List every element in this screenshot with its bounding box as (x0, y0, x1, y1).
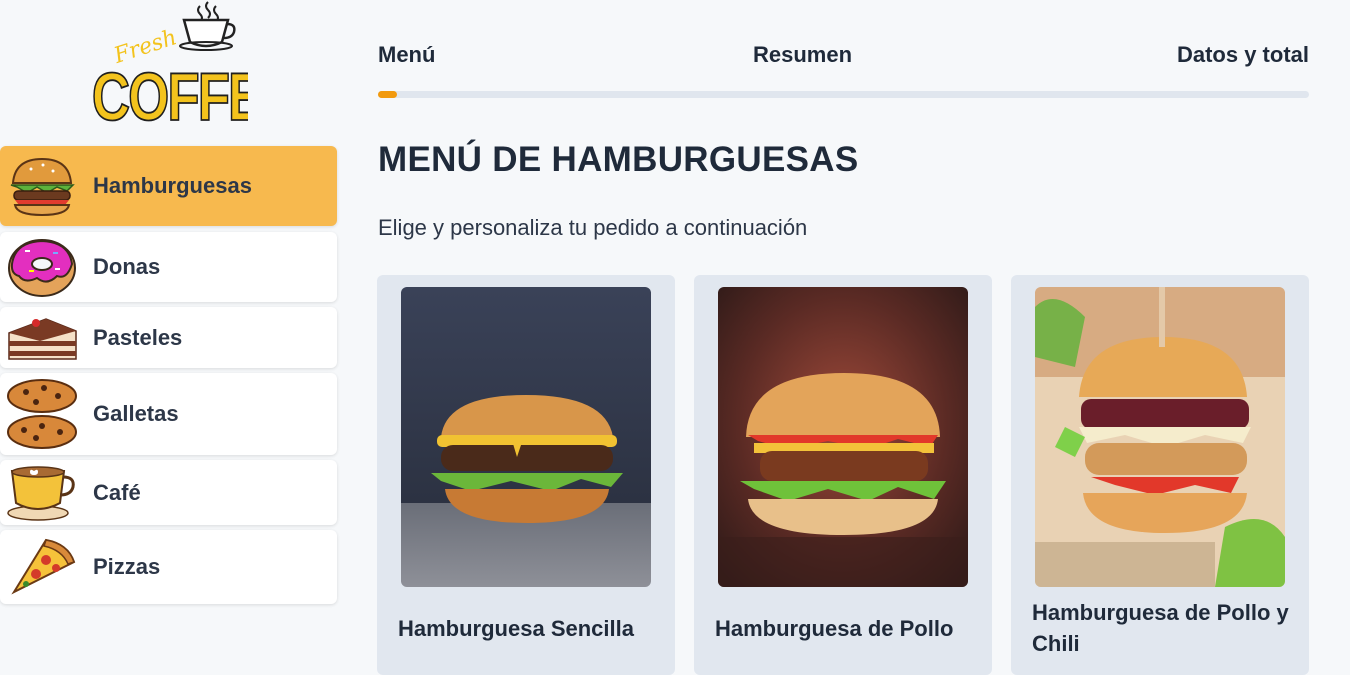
coffee-cup-icon (5, 456, 79, 530)
page-subtitle: Elige y personaliza tu pedido a continua… (378, 215, 808, 240)
step-datos-total[interactable]: Datos y total (1177, 42, 1309, 68)
sidebar-item-cafe[interactable]: Café (0, 460, 337, 525)
sidebar-item-label: Hamburguesas (93, 173, 252, 198)
step-menu[interactable]: Menú (378, 42, 435, 68)
cookie-icon (5, 377, 79, 451)
sidebar-item-label: Galletas (93, 401, 179, 426)
main-content: Menú Resumen Datos y total MENÚ DE HAMBU… (377, 0, 1310, 675)
sidebar-item-pizzas[interactable]: Pizzas (0, 530, 337, 604)
sidebar-item-galletas[interactable]: Galletas (0, 373, 337, 455)
product-name: Hamburguesa de Pollo (715, 616, 954, 641)
sidebar-item-label: Pasteles (93, 324, 183, 350)
sidebar-item-donas[interactable]: Donas (0, 232, 337, 302)
burger-icon (5, 149, 79, 223)
sidebar-item-label: Pizzas (93, 554, 161, 579)
product-name: Hamburguesa Sencilla (398, 616, 634, 641)
fresh-coffee-logo[interactable]: Fresh COFFEE (88, 0, 298, 135)
sidebar-item-label: Café (93, 479, 141, 505)
product-image (718, 287, 968, 587)
sidebar-item-pasteles[interactable]: Pasteles (0, 307, 337, 368)
product-image (1035, 287, 1285, 587)
progress-bar (378, 91, 1309, 98)
progress-fill (378, 91, 397, 98)
product-image (401, 287, 651, 587)
sidebar: Fresh COFFEE Hamburguesas (0, 0, 345, 656)
cake-icon (5, 301, 79, 375)
page-title: MENÚ DE HAMBURGUESAS (378, 140, 859, 179)
svg-text:COFFEE: COFFEE (92, 59, 248, 132)
donut-icon (5, 230, 79, 304)
sidebar-item-label: Donas (93, 254, 161, 279)
pizza-icon (5, 530, 79, 604)
product-card[interactable]: Hamburguesa Sencilla (377, 275, 675, 675)
step-resumen[interactable]: Resumen (753, 42, 852, 68)
checkout-steps: Menú Resumen Datos y total (378, 42, 1309, 72)
sidebar-item-hamburguesas[interactable]: Hamburguesas (0, 146, 337, 226)
product-card[interactable]: Hamburguesa de Pollo (694, 275, 992, 675)
product-card[interactable]: Hamburguesa de Pollo y Chili (1011, 275, 1309, 675)
product-name: Hamburguesa de Pollo y Chili (1032, 600, 1289, 656)
